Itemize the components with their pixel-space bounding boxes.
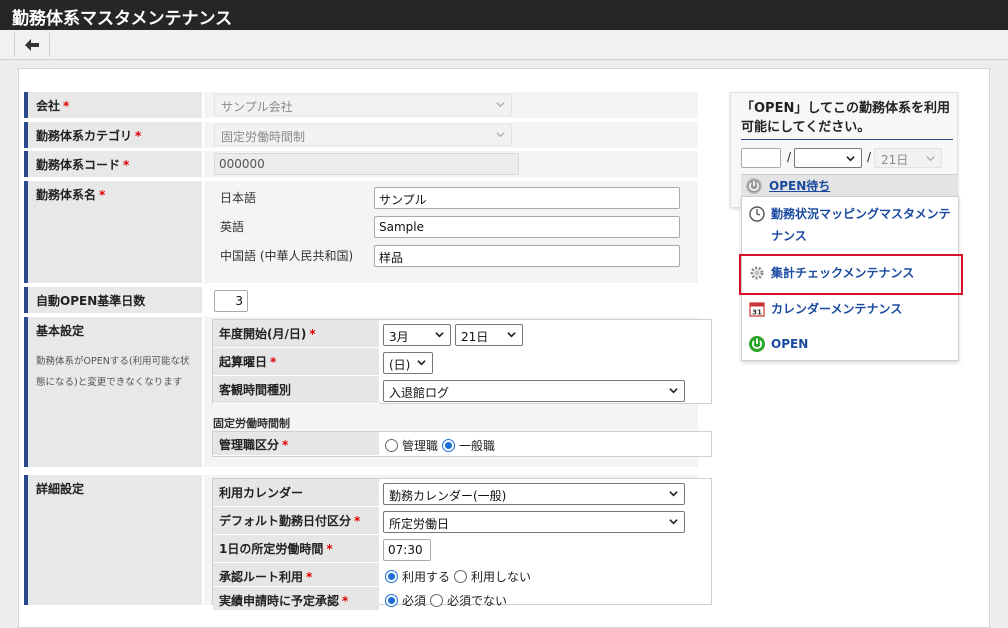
approval-nouse-radio[interactable]: 利用しない <box>454 568 531 585</box>
open-status-bar[interactable]: OPEN待ち <box>741 174 957 196</box>
time-type-select[interactable]: 入退館ログ <box>383 380 685 402</box>
pre-approval-required-radio[interactable]: 必須 <box>385 592 426 609</box>
name-label: 勤務体系名 * <box>24 181 202 283</box>
fiscal-month-select[interactable]: 3月 <box>383 324 451 346</box>
manager-radio[interactable]: 管理職 <box>385 437 438 454</box>
chevron-down-icon <box>417 360 426 366</box>
menu-item-open[interactable]: OPEN <box>742 333 958 355</box>
name-en-input[interactable]: Sample <box>374 216 680 238</box>
category-select: 固定労働時間制 <box>214 124 512 146</box>
default-day-select[interactable]: 所定労働日 <box>383 511 685 533</box>
manager-subtable: 管理職区分 * 管理職 一般職 <box>212 431 712 457</box>
calendar-select[interactable]: 勤務カレンダー(一般) <box>383 483 685 505</box>
date-separator: / <box>787 150 792 164</box>
clock-icon <box>749 206 765 222</box>
open-message: 「OPEN」してこの勤務体系を利用可能にしてください。 <box>741 99 953 140</box>
company-select: サンプル会社 <box>214 94 512 116</box>
lang-zh-label: 中国語 (中華人民共和国) <box>220 249 354 263</box>
pre-approval-radios: 必須 必須でない <box>385 592 511 609</box>
basic-subtable: 年度開始(月/日) * 3月 21日 起算曜日 * (日) 客観時間種別 入退館ログ <box>212 319 712 404</box>
approval-route-radios: 利用する 利用しない <box>385 568 535 585</box>
name-zh-input[interactable]: 样品 <box>374 245 680 267</box>
chevron-down-icon <box>926 156 935 162</box>
date-separator: / <box>867 150 872 164</box>
manager-type-label: 管理職区分 * <box>213 432 379 456</box>
name-ja-input[interactable]: サンプル <box>374 187 680 209</box>
lang-en-label: 英語 <box>220 220 245 234</box>
menu-item-calendar[interactable]: 31 カレンダーメンテナンス <box>742 298 958 320</box>
company-row: サンプル会社 <box>204 92 698 118</box>
calendar-icon: 31 <box>749 302 765 317</box>
approval-use-radio[interactable]: 利用する <box>385 568 450 585</box>
chevron-down-icon <box>669 519 678 525</box>
basic-settings-label: 基本設定 勤務体系がOPENする(利用可能な状態になる)と変更できなくなります <box>24 317 202 467</box>
chevron-down-icon <box>496 102 505 108</box>
code-input: 000000 <box>214 153 519 175</box>
chevron-down-icon <box>846 156 855 162</box>
open-year-input[interactable] <box>741 148 781 168</box>
auto-open-input[interactable]: 3 <box>214 290 248 312</box>
approval-route-label: 承認ルート利用 * <box>213 563 379 587</box>
open-status-label[interactable]: OPEN待ち <box>769 177 830 194</box>
basic-settings-desc: 勤務体系がOPENする(利用可能な状態になる)と変更できなくなります <box>36 356 190 388</box>
chevron-down-icon <box>669 491 678 497</box>
power-grey-icon <box>746 177 762 194</box>
basic-settings-row: 年度開始(月/日) * 3月 21日 起算曜日 * (日) 客観時間種別 入退館ログ… <box>204 317 712 467</box>
category-label: 勤務体系カテゴリ * <box>24 122 202 148</box>
pre-approval-optional-radio[interactable]: 必須でない <box>430 592 507 609</box>
auto-open-label: 自動OPEN基準日数 <box>24 287 202 313</box>
company-label: 会社 * <box>24 92 202 118</box>
daily-hours-input[interactable]: 07:30 <box>383 539 431 561</box>
toolbar <box>0 30 1008 60</box>
power-icon <box>749 336 765 352</box>
chevron-down-icon <box>669 388 678 394</box>
back-button[interactable] <box>14 33 50 57</box>
menu-item-mapping[interactable]: 勤務状況マッピングマスタメンテナンス <box>742 203 958 247</box>
calendar-label: 利用カレンダー <box>213 479 379 507</box>
window-title: 勤務体系マスタメンテナンス <box>0 0 1008 30</box>
chevron-down-icon <box>435 332 444 338</box>
detail-settings-label: 詳細設定 <box>24 475 202 605</box>
default-day-label: デフォルト勤務日付区分 * <box>213 507 379 535</box>
lang-ja-label: 日本語 <box>220 191 257 205</box>
pre-approval-label: 実績申請時に予定承認 * <box>213 587 379 611</box>
category-row: 固定労働時間制 <box>204 122 698 148</box>
highlight-box <box>739 254 963 295</box>
general-radio[interactable]: 一般職 <box>442 437 495 454</box>
chevron-down-icon <box>496 132 505 138</box>
name-row: 日本語 サンプル 英語 Sample 中国語 (中華人民共和国) 样品 <box>204 181 698 283</box>
start-weekday-select[interactable]: (日) <box>383 352 433 374</box>
open-month-select[interactable] <box>794 148 862 168</box>
svg-text:31: 31 <box>752 309 762 317</box>
time-type-label: 客観時間種別 <box>213 376 379 404</box>
open-day-select: 21日 <box>874 148 942 168</box>
fiscal-day-select[interactable]: 21日 <box>455 324 523 346</box>
code-label: 勤務体系コード * <box>24 151 202 177</box>
detail-settings-row: 利用カレンダー 勤務カレンダー(一般) デフォルト勤務日付区分 * 所定労働日 1… <box>204 475 712 611</box>
detail-subtable: 利用カレンダー 勤務カレンダー(一般) デフォルト勤務日付区分 * 所定労働日 1… <box>212 478 712 611</box>
auto-open-row: 3 <box>204 287 698 313</box>
code-row: 000000 <box>204 151 698 177</box>
daily-hours-label: 1日の所定労働時間 * <box>213 535 379 563</box>
start-weekday-label: 起算曜日 * <box>213 348 379 376</box>
manager-type-radios: 管理職 一般職 <box>385 437 499 454</box>
chevron-down-icon <box>507 332 516 338</box>
fiscal-start-label: 年度開始(月/日) * <box>213 320 379 348</box>
fixed-system-caption: 固定労働時間制 <box>213 417 290 430</box>
back-arrow-icon <box>25 39 39 51</box>
